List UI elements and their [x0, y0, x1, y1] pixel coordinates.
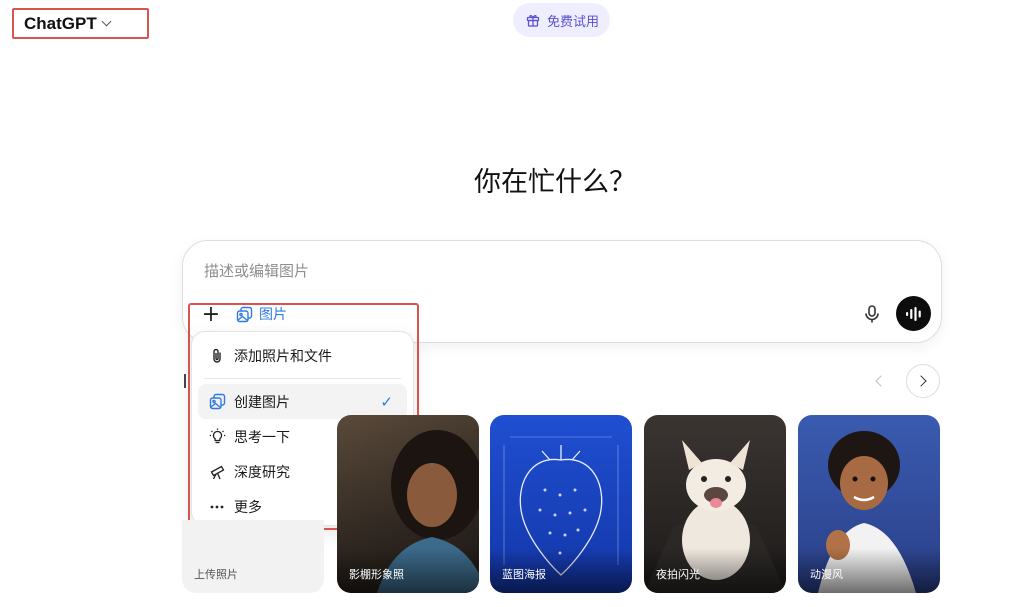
card-night-flash[interactable]: 夜拍闪光	[644, 415, 786, 593]
gift-icon	[524, 11, 542, 29]
chevron-down-icon	[101, 16, 112, 26]
model-name: ChatGPT	[24, 13, 97, 33]
card-anime-style[interactable]: 动漫风	[798, 415, 940, 593]
free-trial-button[interactable]: 免费试用	[513, 3, 610, 37]
free-trial-label: 免费试用	[546, 14, 599, 30]
card-caption: 动漫风	[810, 568, 843, 581]
voice-mode-button[interactable]	[896, 296, 931, 331]
card-caption: 影棚形象照	[349, 568, 404, 581]
carousel-next-button[interactable]	[906, 364, 940, 398]
model-switcher[interactable]: ChatGPT	[12, 8, 149, 39]
prompt-input[interactable]: 描述或编辑图片	[204, 260, 309, 281]
carousel-prev-button[interactable]	[862, 364, 896, 398]
card-caption: 上传照片	[194, 568, 238, 581]
page-title: 你在忙什么？	[474, 167, 636, 198]
card-studio-portrait[interactable]: 影棚形象照	[337, 415, 479, 593]
card-caption: 夜拍闪光	[656, 568, 700, 581]
chevron-right-icon	[915, 375, 927, 387]
chevron-left-icon	[875, 375, 887, 387]
microphone-icon[interactable]	[861, 303, 883, 325]
card-upload-photo[interactable]: 上传照片	[182, 520, 324, 593]
chatgpt-page: ChatGPT 免费试用 你在忙什么？ 描述或编辑图片 + 图片 添加照片和文件…	[0, 0, 1024, 607]
card-caption: 蓝图海报	[502, 568, 546, 581]
card-blueprint-poster[interactable]: 蓝图海报	[490, 415, 632, 593]
waveform-icon	[905, 306, 921, 321]
text-cursor	[184, 374, 186, 388]
